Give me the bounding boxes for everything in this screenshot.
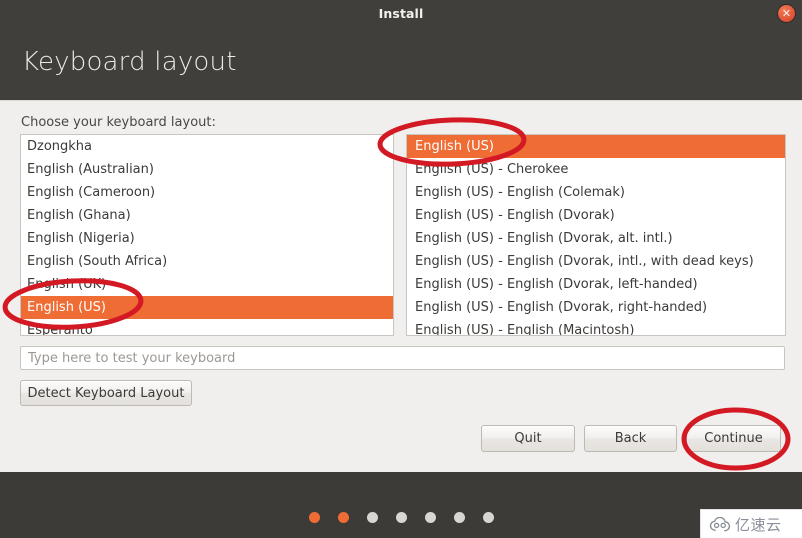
keyboard-variant-list[interactable]: English (US) English (US) - Cherokee Engli…: [406, 134, 786, 336]
content-panel: Choose your keyboard layout: Dzongkha Eng…: [0, 100, 802, 472]
cloud-icon: [709, 517, 731, 532]
progress-dot: [308, 512, 320, 523]
choose-layout-label: Choose your keyboard layout:: [21, 115, 216, 130]
back-button[interactable]: Back: [584, 425, 677, 452]
layout-list-item[interactable]: English (Nigeria): [21, 227, 393, 250]
progress-dot: [337, 512, 349, 523]
variant-list-item[interactable]: English (US) - Cherokee: [407, 158, 785, 181]
page-footer: [0, 472, 802, 538]
close-icon[interactable]: ✕: [778, 5, 795, 22]
variant-list-item[interactable]: English (US) - English (Dvorak, alt. int…: [407, 227, 785, 250]
variant-list-item[interactable]: English (US) - English (Dvorak, intl., w…: [407, 250, 785, 273]
progress-dot: [482, 512, 494, 523]
progress-dot: [453, 512, 465, 523]
watermark-text: 亿速云: [735, 516, 782, 534]
progress-dot: [395, 512, 407, 523]
detect-keyboard-layout-button[interactable]: Detect Keyboard Layout: [20, 380, 192, 406]
keyboard-layout-list[interactable]: Dzongkha English (Australian) English (Cam…: [20, 134, 394, 336]
window-titlebar: Install ✕: [0, 0, 802, 27]
layout-list-item[interactable]: Dzongkha: [21, 135, 393, 158]
continue-button[interactable]: Continue: [686, 425, 781, 452]
page-header: Keyboard layout: [0, 27, 802, 100]
layout-list-item[interactable]: English (US): [21, 296, 393, 319]
variant-list-item[interactable]: English (US) - English (Dvorak, left-han…: [407, 273, 785, 296]
keyboard-test-input[interactable]: [20, 346, 785, 370]
layout-list-item[interactable]: English (UK): [21, 273, 393, 296]
variant-list-item[interactable]: English (US) - English (Macintosh): [407, 319, 785, 335]
layout-list-item[interactable]: English (Ghana): [21, 204, 393, 227]
variant-list-item[interactable]: English (US): [407, 135, 785, 158]
layout-list-item[interactable]: English (Australian): [21, 158, 393, 181]
progress-dot: [366, 512, 378, 523]
progress-dots: [0, 512, 802, 523]
installer-window: Install ✕ Keyboard layout Choose your ke…: [0, 0, 802, 538]
variant-list-item[interactable]: English (US) - English (Colemak): [407, 181, 785, 204]
page-title: Keyboard layout: [22, 47, 237, 77]
layout-list-item[interactable]: Esperanto: [21, 319, 393, 335]
variant-list-item[interactable]: English (US) - English (Dvorak): [407, 204, 785, 227]
layout-list-item[interactable]: English (Cameroon): [21, 181, 393, 204]
variant-list-item[interactable]: English (US) - English (Dvorak, right-ha…: [407, 296, 785, 319]
close-icon-glyph: ✕: [781, 7, 792, 20]
window-title: Install: [378, 6, 424, 21]
layout-list-item[interactable]: English (South Africa): [21, 250, 393, 273]
watermark: 亿速云: [700, 509, 802, 538]
progress-dot: [424, 512, 436, 523]
quit-button[interactable]: Quit: [481, 425, 575, 452]
